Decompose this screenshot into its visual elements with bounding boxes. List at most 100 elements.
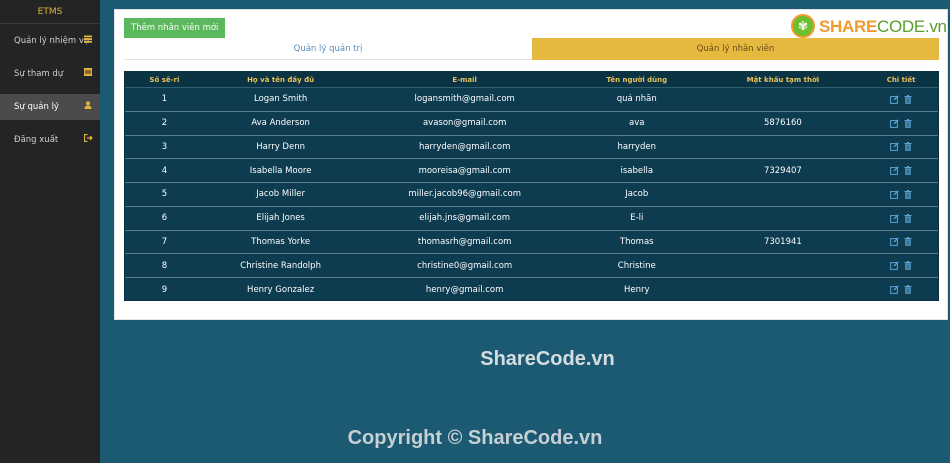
full-name-cell: Isabella Moore [249,165,312,176]
column-header: Mật khẩu tạm thời [746,75,820,84]
full-name-cell: Logan Smith [254,94,308,105]
table-row: 2 Ava Anderson avason@gmail.com ava 5876160 [125,112,938,136]
trash-icon[interactable] [904,189,913,199]
temp-password-cell: 7329407 [763,165,802,176]
trash-icon[interactable] [904,94,913,104]
username-cell: Jacob [625,189,649,200]
copyright-text: Copyright © ShareCode.vn [347,427,603,449]
edit-icon[interactable] [889,285,899,295]
trash-icon[interactable] [904,166,913,175]
sharecode-logo: ✾ SHARECODE.vn [779,13,947,41]
table-row: 9 Henry Gonzalez henry@gmail.com Henry [125,278,938,302]
edit-icon[interactable] [889,118,899,128]
full-name-cell: Henry Gonzalez [247,284,315,295]
column-header: Chi tiết [886,75,916,84]
tasks-icon [83,28,93,54]
full-name-cell: Jacob Miller [256,189,306,200]
row-number: 2 [161,118,168,129]
table-body: 1 Logan Smith logansmith@gmail.com quả nhãn… [125,88,938,302]
temp-password-cell: 5876160 [763,118,802,129]
logo-icon: ✾ [791,14,815,38]
table-row: 5 Jacob Miller miller.jacob96@gmail.com Jac… [125,183,938,207]
username-cell: Thomas [619,236,654,247]
email-cell: harryden@gmail.com [418,141,511,152]
logout-icon [83,127,93,153]
email-cell: thomasrh@gmail.com [417,236,512,247]
row-number: 6 [161,213,168,224]
row-actions [864,94,938,104]
sidebar-item-management[interactable]: Sự quản lý [0,94,100,120]
sidebar-item-label: Quản lý nhiệm vụ [14,36,90,46]
email-cell: logansmith@gmail.com [414,94,515,105]
full-name-cell: Christine Randolph [240,260,321,271]
temp-password-cell: 7301941 [763,236,802,247]
edit-icon[interactable] [889,166,899,176]
email-cell: avason@gmail.com [422,118,507,129]
sidebar-item-tasks[interactable]: Quản lý nhiệm vụ [0,28,100,54]
sidebar-brand: ETMS [0,0,100,24]
username-cell: Ê-li [630,213,644,224]
sidebar-item-label: Sự quản lý [14,102,59,112]
tab-employee-management[interactable]: Quản lý nhân viên [532,38,939,60]
trash-icon[interactable] [904,142,913,152]
full-name-cell: Thomas Yorke [251,236,311,247]
row-number: 3 [161,141,168,152]
edit-icon[interactable] [889,142,899,152]
edit-icon[interactable] [889,237,899,247]
email-cell: mooreisa@gmail.com [418,165,511,176]
row-actions [864,118,938,128]
table-row: 1 Logan Smith logansmith@gmail.com quả nhãn [125,88,938,112]
user-icon [83,94,93,120]
table-row: 8 Christine Randolph christine0@gmail.com C… [125,254,938,278]
tab-admin-management[interactable]: Quản lý quản trị [124,38,532,60]
email-cell: miller.jacob96@gmail.com [408,189,521,200]
sidebar-item-label: Sự tham dự [14,69,64,79]
edit-icon[interactable] [889,95,899,104]
sidebar-item-logout[interactable]: Đăng xuất [0,127,100,153]
trash-icon[interactable] [904,118,913,128]
row-number: 1 [161,94,168,105]
trash-icon[interactable] [904,237,913,247]
full-name-cell: Ava Anderson [251,118,310,129]
row-number: 7 [161,236,168,247]
row-actions [864,261,938,271]
edit-icon[interactable] [889,213,899,223]
username-cell: Henry [623,284,650,295]
sidebar-item-attendance[interactable]: Sự tham dự [0,61,100,87]
full-name-cell: Harry Denn [256,141,305,152]
row-number: 5 [161,189,168,200]
username-cell: Christine [617,260,656,271]
add-employee-button[interactable]: Thêm nhân viên mới [124,18,226,38]
edit-icon[interactable] [889,261,899,271]
row-number: 9 [161,284,168,295]
row-actions [864,142,938,152]
column-header: Họ và tên đầy đủ [247,75,315,84]
column-header: Tên người dùng [606,75,668,84]
table-row: 6 Elijah Jones elijah.jns@gmail.com Ê-li [125,207,938,231]
sidebar: ETMS Quản lý nhiệm vụ Sự tham dự Sự quản… [0,0,100,463]
username-cell: isabella [620,165,654,176]
edit-icon[interactable] [889,190,899,199]
employee-table: Số sê-ri Họ và tên đầy đủ E-mail Tên ngư… [124,71,939,301]
full-name-cell: Elijah Jones [256,213,305,224]
trash-icon[interactable] [904,213,913,223]
table-header: Số sê-ri Họ và tên đầy đủ E-mail Tên ngư… [125,72,938,88]
column-header: Số sê-ri [149,75,180,84]
table-row: 7 Thomas Yorke thomasrh@gmail.com Thomas 730… [125,231,938,255]
calendar-icon [83,61,93,87]
table-row: 4 Isabella Moore mooreisa@gmail.com isabell… [125,159,938,183]
email-cell: henry@gmail.com [425,284,504,295]
username-cell: ava [629,118,645,129]
row-actions [864,237,938,247]
table-row: 3 Harry Denn harryden@gmail.com harryden [125,136,938,160]
username-cell: harryden [617,141,656,152]
trash-icon[interactable] [904,261,913,270]
row-number: 8 [161,260,168,271]
email-cell: christine0@gmail.com [417,260,513,271]
main-card: Thêm nhân viên mới ✾ SHARECODE.vn Quản l… [114,9,948,320]
row-actions [864,285,938,295]
row-actions [864,166,938,176]
trash-icon[interactable] [904,285,913,295]
row-actions [864,213,938,223]
watermark-text: ShareCode.vn [480,348,615,370]
